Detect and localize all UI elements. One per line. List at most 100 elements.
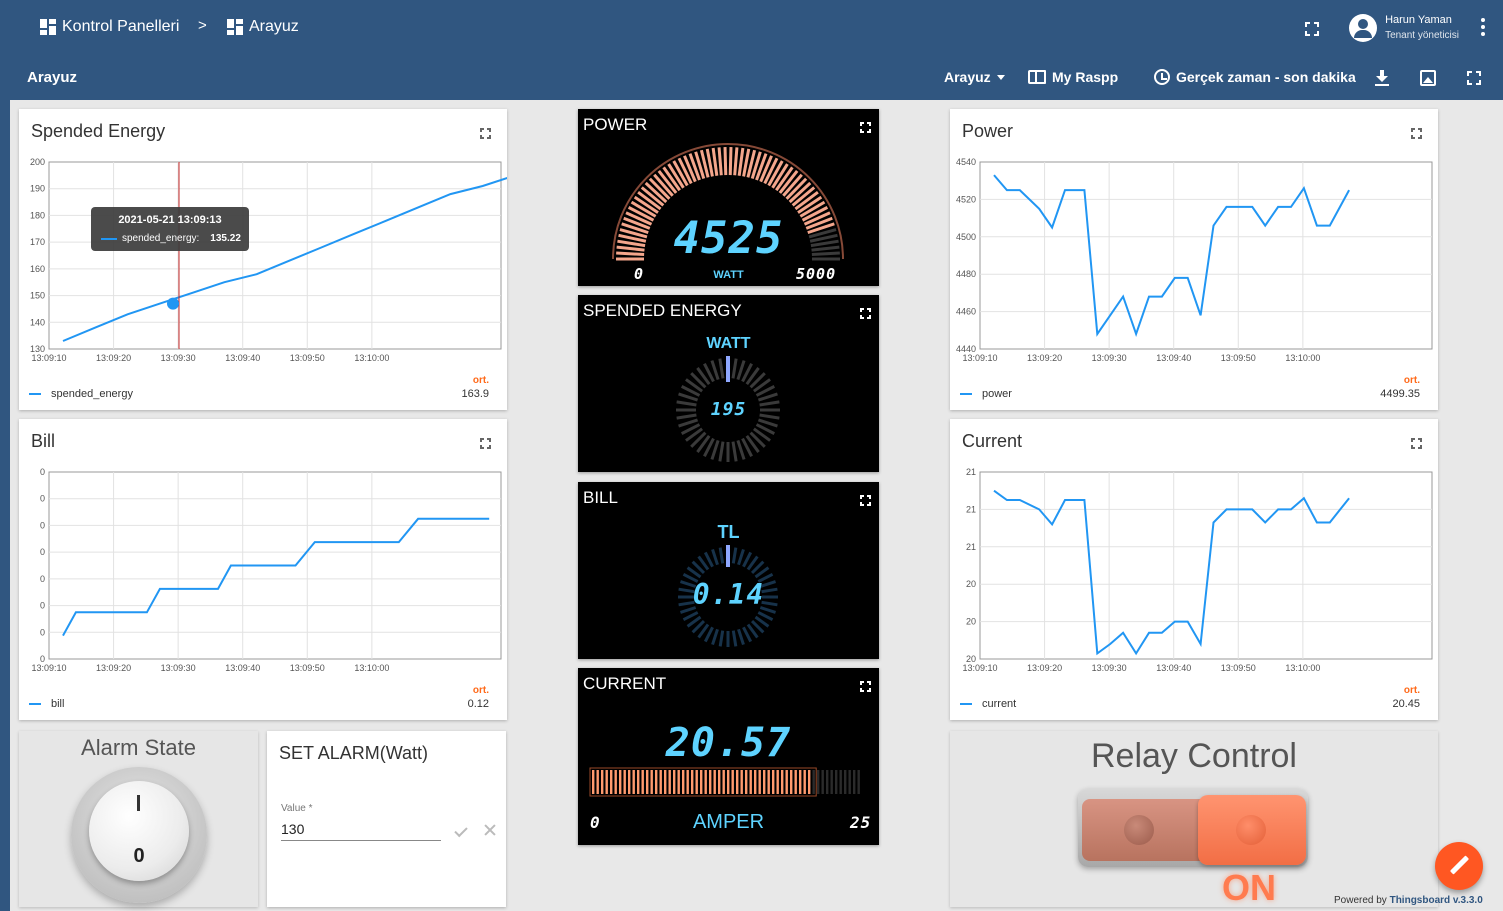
chart-legend[interactable]: spended_energy bbox=[29, 388, 133, 400]
relay-switch[interactable] bbox=[1078, 789, 1308, 867]
timewindow-button[interactable]: Gerçek zaman - son dakika bbox=[1154, 69, 1356, 85]
x-tick-label: 13:09:50 bbox=[1221, 353, 1256, 363]
y-tick-label: 140 bbox=[30, 317, 45, 327]
bar-segment bbox=[772, 770, 775, 794]
bar-segment bbox=[812, 770, 815, 794]
breadcrumb-label: Arayuz bbox=[249, 18, 299, 35]
bar-segment bbox=[713, 770, 716, 794]
fullscreen-icon[interactable] bbox=[1467, 71, 1481, 85]
dial-segment bbox=[718, 630, 725, 647]
export-image-icon[interactable] bbox=[1420, 70, 1436, 86]
dial-segment bbox=[736, 439, 746, 460]
close-icon[interactable] bbox=[483, 823, 497, 837]
y-tick-label: 20 bbox=[966, 654, 976, 664]
bar-segment bbox=[592, 770, 595, 794]
x-tick-label: 13:09:30 bbox=[161, 353, 196, 363]
chart-legend[interactable]: current bbox=[960, 698, 1016, 710]
chart-legend[interactable]: power bbox=[960, 388, 1012, 400]
widget-title: Relay Control bbox=[1091, 737, 1297, 775]
x-tick-label: 13:09:20 bbox=[1027, 353, 1062, 363]
devices-icon bbox=[1028, 70, 1046, 84]
bar-segment bbox=[686, 770, 689, 794]
dial-segment bbox=[757, 611, 774, 622]
gauge-min: 0 bbox=[590, 813, 601, 832]
y-tick-label: 0 bbox=[40, 467, 45, 477]
bar-segment bbox=[790, 770, 793, 794]
line-chart[interactable]: 13:09:10 13:09:20 13:09:30 13:09:40 13:09:50… bbox=[19, 419, 507, 720]
bill-gauge-widget: BILL TL 0.14 bbox=[578, 482, 879, 659]
x-tick-label: 13:09:20 bbox=[1027, 663, 1062, 673]
y-tick-label: 0 bbox=[40, 654, 45, 664]
bar-segment bbox=[668, 770, 671, 794]
series-line bbox=[62, 517, 490, 637]
y-tick-label: 20 bbox=[966, 579, 976, 589]
x-tick-label: 13:09:10 bbox=[31, 353, 66, 363]
pencil-icon bbox=[1449, 855, 1470, 875]
chart-legend[interactable]: bill bbox=[29, 698, 64, 710]
dial-segment bbox=[737, 628, 745, 646]
state-select[interactable]: Arayuz bbox=[944, 69, 1005, 85]
x-tick-label: 13:09:20 bbox=[96, 663, 131, 673]
gauge-value: 0.14 bbox=[692, 578, 765, 611]
check-icon[interactable] bbox=[454, 823, 468, 838]
more-vert-icon[interactable] bbox=[1481, 18, 1485, 39]
bar-segment bbox=[691, 770, 694, 794]
spended-energy-widget: Spended Energy 13:09:10 13:09:20 13:09:30 1… bbox=[19, 109, 507, 410]
bar-segment bbox=[718, 770, 721, 794]
fullscreen-icon[interactable] bbox=[1305, 22, 1319, 36]
x-tick-label: 13:09:20 bbox=[96, 353, 131, 363]
x-tick-label: 13:10:00 bbox=[1285, 663, 1320, 673]
timewindow-label: Gerçek zaman - son dakika bbox=[1176, 69, 1356, 85]
download-icon[interactable] bbox=[1375, 70, 1389, 86]
user-menu[interactable]: Harun Yaman Tenant yöneticisi bbox=[1349, 12, 1459, 44]
power-widget: Power 13:09:10 13:09:20 13:09:30 13:09:40 13… bbox=[950, 109, 1438, 410]
series-line bbox=[993, 489, 1350, 656]
bar-segment bbox=[695, 770, 698, 794]
account-icon bbox=[1349, 14, 1378, 42]
bar-segment bbox=[853, 770, 856, 794]
y-tick-label: 130 bbox=[30, 344, 45, 354]
bar-segment bbox=[673, 770, 676, 794]
left-edge bbox=[0, 0, 10, 911]
x-tick-label: 13:09:10 bbox=[31, 663, 66, 673]
bar-segment bbox=[848, 770, 851, 794]
widget-title: SET ALARM(Watt) bbox=[279, 743, 429, 763]
line-chart[interactable]: 13:09:10 13:09:20 13:09:30 13:09:40 13:09:50… bbox=[950, 109, 1438, 410]
series-swatch bbox=[101, 237, 117, 240]
plot-area bbox=[979, 161, 1433, 350]
bar-segment bbox=[682, 770, 685, 794]
x-tick-label: 13:09:10 bbox=[962, 663, 997, 673]
tooltip-label: spended_energy: bbox=[122, 233, 200, 244]
x-tick-label: 13:09:30 bbox=[1092, 353, 1127, 363]
y-tick-label: 0 bbox=[40, 627, 45, 637]
powered-link[interactable]: Thingsboard v.3.3.0 bbox=[1390, 895, 1483, 906]
line-chart[interactable]: 13:09:10 13:09:20 13:09:30 13:09:40 13:09:50… bbox=[19, 109, 507, 410]
powered-by: Powered by Thingsboard v.3.3.0 bbox=[1334, 895, 1483, 906]
bar-segment bbox=[799, 770, 802, 794]
x-tick-label: 13:09:30 bbox=[161, 663, 196, 673]
y-tick-label: 4440 bbox=[956, 344, 976, 354]
edit-button[interactable] bbox=[1435, 842, 1483, 890]
dial-segment bbox=[731, 547, 738, 564]
avg-label: ort. bbox=[1403, 375, 1420, 386]
entity-alias-label: My Raspp bbox=[1052, 69, 1119, 85]
plot-area bbox=[48, 161, 502, 350]
x-tick-label: 13:09:40 bbox=[225, 663, 260, 673]
line-chart[interactable]: 13:09:10 13:09:20 13:09:30 13:09:40 13:09:50… bbox=[950, 419, 1438, 720]
y-tick-label: 4540 bbox=[956, 157, 976, 167]
bar-segment bbox=[826, 770, 829, 794]
alarm-value-input[interactable] bbox=[281, 817, 441, 841]
bar-segment bbox=[659, 770, 662, 794]
series-swatch bbox=[960, 393, 972, 395]
y-tick-label: 160 bbox=[30, 264, 45, 274]
bar-segment bbox=[745, 770, 748, 794]
breadcrumb-dashboards[interactable]: Kontrol Panelleri bbox=[40, 18, 179, 36]
tooltip-value: 135.22 bbox=[210, 233, 241, 244]
x-tick-label: 13:09:50 bbox=[290, 353, 325, 363]
entity-alias-button[interactable]: My Raspp bbox=[1028, 69, 1118, 85]
y-tick-label: 0 bbox=[40, 547, 45, 557]
bar-segment bbox=[727, 770, 730, 794]
x-tick-label: 13:09:40 bbox=[1156, 353, 1191, 363]
set-alarm-widget: SET ALARM(Watt) Value * bbox=[267, 731, 506, 907]
alarm-knob[interactable]: 0 bbox=[71, 767, 207, 903]
